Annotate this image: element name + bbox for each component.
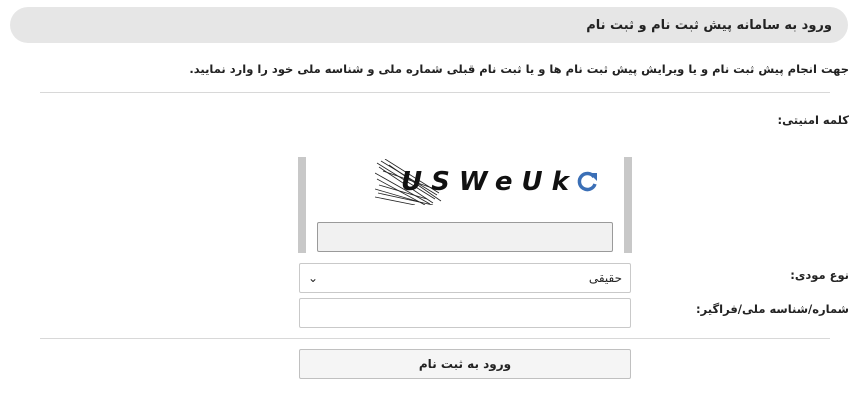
submit-button[interactable]: ورود به ثبت نام bbox=[299, 349, 631, 379]
divider bbox=[40, 338, 830, 339]
chevron-down-icon: ⌄ bbox=[308, 271, 319, 285]
taxpayer-type-label: نوع مودی: bbox=[790, 268, 849, 282]
page-title: ورود به سامانه پیش ثبت نام و ثبت نام bbox=[586, 17, 832, 33]
captcha-text: USWeUk bbox=[401, 167, 578, 197]
divider bbox=[40, 92, 830, 93]
captcha-image: USWeUk bbox=[375, 159, 569, 205]
refresh-icon[interactable] bbox=[574, 169, 600, 195]
captcha-input[interactable] bbox=[317, 222, 613, 252]
intro-text: جهت انجام پیش ثبت نام و یا ویرایش پیش ثب… bbox=[189, 62, 849, 76]
captcha-panel: USWeUk bbox=[298, 157, 632, 253]
taxpayer-type-value: حقیقی bbox=[588, 271, 622, 285]
security-word-label: کلمه امنیتی: bbox=[777, 113, 849, 127]
page-header: ورود به سامانه پیش ثبت نام و ثبت نام bbox=[10, 7, 848, 43]
national-id-input[interactable] bbox=[299, 298, 631, 328]
national-id-label: شماره/شناسه ملی/فراگیر: bbox=[696, 302, 849, 316]
taxpayer-type-select[interactable]: حقیقی ⌄ bbox=[299, 263, 631, 293]
